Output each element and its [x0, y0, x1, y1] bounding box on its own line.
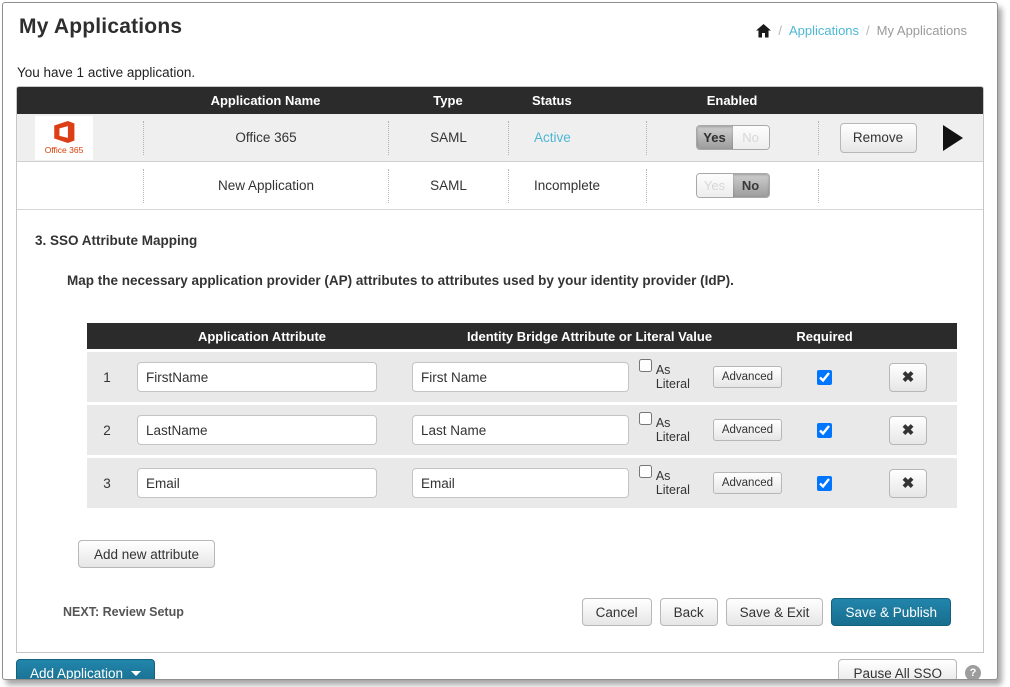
advanced-button[interactable]: Advanced	[713, 419, 782, 441]
remove-button[interactable]: Remove	[840, 123, 917, 153]
as-literal-label: As Literal	[639, 363, 707, 391]
breadcrumb: / Applications / My Applications	[756, 23, 967, 38]
sso-attribute-mapping-panel: 3. SSO Attribute Mapping Map the necessa…	[17, 210, 983, 652]
app-name: New Application	[143, 169, 388, 203]
breadcrumb-separator: /	[778, 23, 782, 38]
col-application-attribute: Application Attribute	[127, 329, 397, 344]
as-literal-checkbox[interactable]	[639, 359, 652, 372]
app-type: SAML	[388, 121, 508, 155]
application-attribute-input[interactable]	[137, 362, 377, 392]
toggle-no[interactable]: No	[733, 174, 769, 197]
office-365-caption: Office 365	[45, 145, 84, 155]
advanced-button[interactable]: Advanced	[713, 472, 782, 494]
row-index: 1	[87, 370, 127, 385]
row-index: 3	[87, 476, 127, 491]
next-step-label: NEXT: Review Setup	[63, 605, 184, 619]
delete-attribute-button[interactable]: ✖	[889, 416, 927, 445]
as-literal-label: As Literal	[639, 416, 707, 444]
col-required: Required	[782, 329, 867, 344]
app-status: Incomplete	[508, 169, 646, 203]
home-icon[interactable]	[756, 24, 771, 38]
identity-bridge-attribute-input[interactable]	[412, 415, 629, 445]
col-status: Status	[508, 93, 646, 108]
office-365-logo: Office 365	[35, 116, 93, 160]
delete-attribute-button[interactable]: ✖	[889, 469, 927, 498]
save-exit-button[interactable]: Save & Exit	[726, 598, 824, 626]
expand-arrow-icon[interactable]	[943, 125, 963, 151]
footer-bar: Add Application Pause All SSO ?	[3, 653, 997, 680]
page-header: My Applications / Applications / My Appl…	[3, 3, 997, 39]
app-type: SAML	[388, 169, 508, 203]
table-row-office365: Office 365 Office 365 SAML Active Yes No…	[17, 114, 983, 162]
enabled-toggle-office365[interactable]: Yes No	[696, 125, 770, 150]
back-button[interactable]: Back	[660, 598, 718, 626]
advanced-button[interactable]: Advanced	[713, 366, 782, 388]
app-status: Active	[508, 121, 646, 155]
save-publish-button[interactable]: Save & Publish	[831, 598, 951, 626]
col-identity-bridge-attribute: Identity Bridge Attribute or Literal Val…	[397, 329, 782, 344]
breadcrumb-separator: /	[866, 23, 870, 38]
as-literal-checkbox[interactable]	[639, 412, 652, 425]
required-checkbox[interactable]	[817, 423, 832, 438]
delete-attribute-button[interactable]: ✖	[889, 363, 927, 392]
attribute-row-2: 2 As Literal Advanced ✖	[87, 405, 957, 455]
row-index: 2	[87, 423, 127, 438]
applications-table-header: Application Name Type Status Enabled	[17, 87, 983, 114]
page-title: My Applications	[19, 15, 182, 39]
col-type: Type	[388, 93, 508, 108]
col-enabled: Enabled	[646, 93, 818, 108]
applications-table: Application Name Type Status Enabled Off…	[16, 86, 984, 653]
section-heading: 3. SSO Attribute Mapping	[35, 233, 983, 248]
breadcrumb-current: My Applications	[877, 23, 967, 38]
as-literal-label: As Literal	[639, 469, 707, 497]
app-name: Office 365	[143, 121, 388, 155]
toggle-yes[interactable]: Yes	[697, 174, 733, 197]
as-literal-checkbox[interactable]	[639, 465, 652, 478]
required-checkbox[interactable]	[817, 476, 832, 491]
application-attribute-input[interactable]	[137, 468, 377, 498]
toggle-yes[interactable]: Yes	[697, 126, 733, 149]
breadcrumb-link-applications[interactable]: Applications	[789, 23, 859, 38]
add-new-attribute-button[interactable]: Add new attribute	[78, 540, 215, 568]
help-icon[interactable]: ?	[965, 665, 981, 680]
add-application-button[interactable]: Add Application	[16, 659, 155, 680]
identity-bridge-attribute-input[interactable]	[412, 468, 629, 498]
required-checkbox[interactable]	[817, 370, 832, 385]
application-attribute-input[interactable]	[137, 415, 377, 445]
enabled-toggle-new-application[interactable]: Yes No	[696, 173, 770, 198]
col-application-name: Application Name	[143, 93, 388, 108]
attribute-row-3: 3 As Literal Advanced ✖	[87, 458, 957, 508]
cancel-button[interactable]: Cancel	[582, 598, 652, 626]
caret-down-icon	[131, 671, 141, 676]
attribute-table-header: Application Attribute Identity Bridge At…	[87, 323, 957, 349]
identity-bridge-attribute-input[interactable]	[412, 362, 629, 392]
section-description: Map the necessary application provider (…	[67, 273, 983, 288]
toggle-no[interactable]: No	[733, 126, 769, 149]
attribute-mapping-table: Application Attribute Identity Bridge At…	[87, 323, 957, 508]
pause-all-sso-button[interactable]: Pause All SSO	[838, 659, 957, 680]
active-application-summary: You have 1 active application.	[17, 65, 997, 80]
attribute-row-1: 1 As Literal Advanced ✖	[87, 352, 957, 402]
table-row-new-application: New Application SAML Incomplete Yes No	[17, 162, 983, 210]
my-applications-page: My Applications / Applications / My Appl…	[2, 2, 998, 680]
